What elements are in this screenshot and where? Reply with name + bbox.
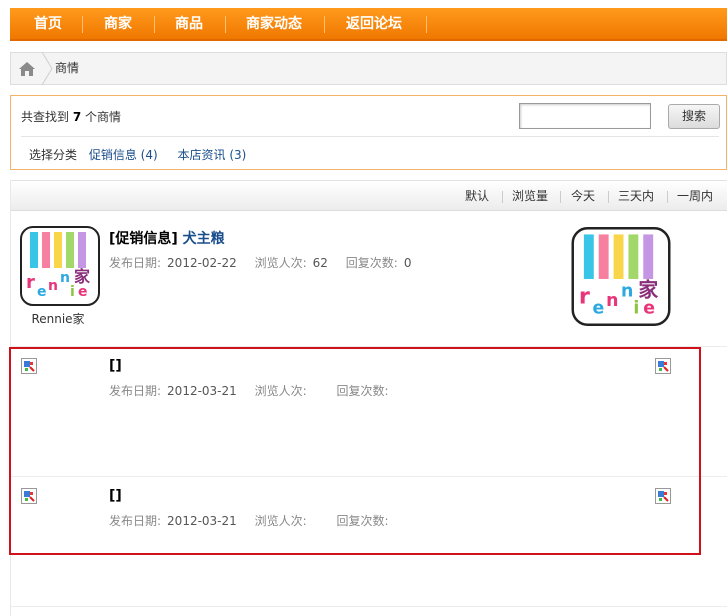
sort-today[interactable]: 今天 [571, 181, 595, 212]
views-value: 62 [312, 256, 328, 270]
entry-thumbnail[interactable]: r e n n i e 家 [571, 227, 671, 326]
svg-text:n: n [60, 270, 70, 286]
svg-text:n: n [48, 278, 58, 294]
sort-views[interactable]: 浏览量 [512, 181, 548, 212]
nav-separator [82, 16, 83, 33]
svg-text:r: r [26, 272, 35, 293]
sort-separator [608, 191, 609, 203]
nav-separator [225, 16, 226, 33]
nav-separator [426, 16, 427, 33]
shop-logo[interactable]: r e n n i e 家 [20, 226, 100, 306]
sort-separator [667, 191, 668, 203]
category-store-news[interactable]: 本店资讯 (3) [178, 148, 247, 162]
divider [21, 136, 719, 137]
result-count-prefix: 共查找到 [21, 110, 70, 124]
search-panel: 共查找到 7 个商情 搜索 选择分类 促销信息 (4) 本店资讯 (3) [10, 95, 727, 170]
replies-label: 回复次数: [345, 256, 398, 270]
svg-text:家: 家 [74, 267, 91, 286]
date-value: 2012-02-22 [167, 256, 237, 270]
entry-title: [促销信息] 犬主粮 [109, 228, 225, 248]
svg-text:n: n [621, 281, 633, 301]
nav-separator [324, 16, 325, 33]
nav-separator [154, 16, 155, 33]
breadcrumb-current: 商情 [55, 61, 80, 75]
sort-bar: 默认 浏览量 今天 三天内 一周内 [11, 180, 727, 211]
svg-text:家: 家 [638, 278, 658, 301]
top-nav: 首页 商家 商品 商家动态 返回论坛 [10, 8, 727, 41]
nav-merchants[interactable]: 商家 [94, 8, 142, 41]
svg-text:e: e [593, 299, 605, 319]
nav-home[interactable]: 首页 [24, 8, 72, 41]
entry-meta: 发布日期: 2012-02-22 浏览人次: 62 回复次数: 0 [109, 254, 425, 271]
result-count-number: 7 [72, 110, 82, 124]
result-count-suffix: 个商情 [85, 110, 122, 124]
nav-products[interactable]: 商品 [165, 8, 213, 41]
breadcrumb-separator-icon [41, 52, 53, 85]
home-icon[interactable] [18, 60, 36, 78]
search-button[interactable]: 搜索 [668, 104, 720, 129]
svg-text:e: e [78, 284, 88, 300]
category-filter: 选择分类 促销信息 (4) 本店资讯 (3) [29, 146, 246, 164]
entry-title-link[interactable]: 犬主粮 [183, 231, 225, 247]
breadcrumb: 商情 [10, 52, 727, 85]
search-input[interactable] [519, 103, 651, 129]
category-label: 选择分类 [29, 148, 78, 162]
result-count: 共查找到 7 个商情 [21, 108, 121, 126]
date-label: 发布日期: [109, 256, 162, 270]
sort-three-days[interactable]: 三天内 [618, 181, 654, 212]
sort-separator [502, 191, 503, 203]
svg-text:r: r [579, 284, 590, 310]
shop-name[interactable]: Rennie家 [18, 310, 98, 327]
highlight-box [9, 347, 701, 555]
nav-merchant-news[interactable]: 商家动态 [236, 8, 312, 41]
entry-category-tag[interactable]: [促销信息] [109, 231, 178, 247]
sort-one-week[interactable]: 一周内 [677, 181, 713, 212]
svg-text:e: e [37, 284, 47, 300]
sort-default[interactable]: 默认 [465, 181, 489, 212]
svg-text:i: i [633, 299, 639, 319]
list-item: r e n n i e 家 Rennie家 [促销信息] 犬主粮 发布日期: 20… [11, 226, 727, 346]
views-label: 浏览人次: [254, 256, 307, 270]
divider [11, 606, 727, 607]
svg-text:e: e [643, 299, 655, 319]
sort-separator [560, 191, 561, 203]
replies-value: 0 [403, 256, 412, 270]
category-promotions[interactable]: 促销信息 (4) [89, 148, 158, 162]
nav-back-to-forum[interactable]: 返回论坛 [336, 8, 412, 41]
svg-text:n: n [606, 291, 618, 311]
svg-text:i: i [70, 284, 75, 300]
